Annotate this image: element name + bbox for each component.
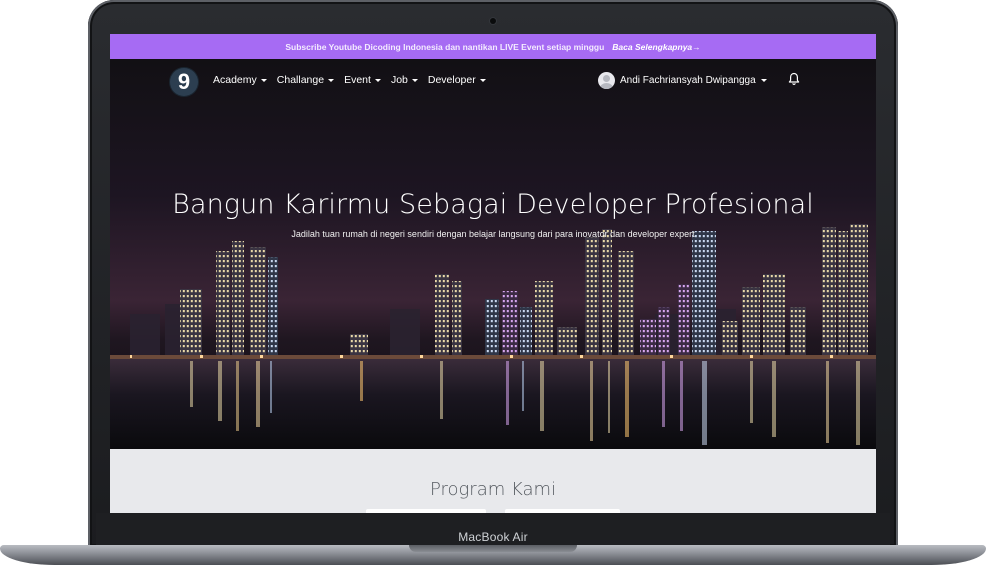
user-name: Andi Fachriansyah Dwipangga: [620, 75, 756, 86]
caret-down-icon: [411, 78, 418, 82]
hero-section: 9 Academy Challange Event Job Developer …: [110, 59, 876, 449]
banner-read-more-link[interactable]: Baca Selengkapnya→: [612, 42, 700, 52]
menu-developer[interactable]: Developer: [428, 74, 486, 86]
menu-challange-label: Challange: [276, 74, 325, 86]
banner-text: Subscribe Youtube Dicoding Indonesia dan…: [285, 41, 605, 52]
dicoding-logo[interactable]: 9: [170, 68, 198, 96]
menu-academy[interactable]: Academy: [213, 74, 267, 86]
caret-down-icon: [328, 78, 335, 82]
hero-subtitle: Jadilah tuan rumah di negeri sendiri den…: [291, 229, 695, 239]
top-navigation: 9 Academy Challange Event Job Developer …: [110, 59, 876, 103]
menu-academy-label: Academy: [213, 74, 257, 86]
hero-title: Bangun Karirmu Sebagai Developer Profesi…: [172, 189, 814, 220]
menu-developer-label: Developer: [427, 74, 476, 86]
caret-down-icon: [374, 78, 381, 82]
main-menu: Academy Challange Event Job Developer: [213, 74, 486, 86]
menu-event-label: Event: [344, 74, 371, 86]
camera-icon: [490, 18, 496, 24]
bell-icon[interactable]: [788, 72, 800, 86]
menu-job[interactable]: Job: [391, 74, 418, 86]
screen: Subscribe Youtube Dicoding Indonesia dan…: [110, 34, 876, 513]
caret-down-icon: [260, 78, 267, 82]
avatar-icon: [598, 72, 615, 89]
program-section: Program Kami: [110, 449, 876, 513]
menu-challange[interactable]: Challange: [276, 74, 335, 86]
announcement-banner[interactable]: Subscribe Youtube Dicoding Indonesia dan…: [110, 34, 876, 59]
laptop-opening-notch: [409, 545, 577, 552]
caret-down-icon: [760, 79, 767, 82]
city-skyline-image: [110, 59, 876, 449]
user-menu[interactable]: Andi Fachriansyah Dwipangga: [598, 72, 767, 89]
device-model-label: MacBook Air: [458, 530, 528, 544]
program-title: Program Kami: [429, 479, 557, 500]
caret-down-icon: [479, 78, 486, 82]
menu-event[interactable]: Event: [344, 74, 381, 86]
menu-job-label: Job: [390, 74, 408, 86]
